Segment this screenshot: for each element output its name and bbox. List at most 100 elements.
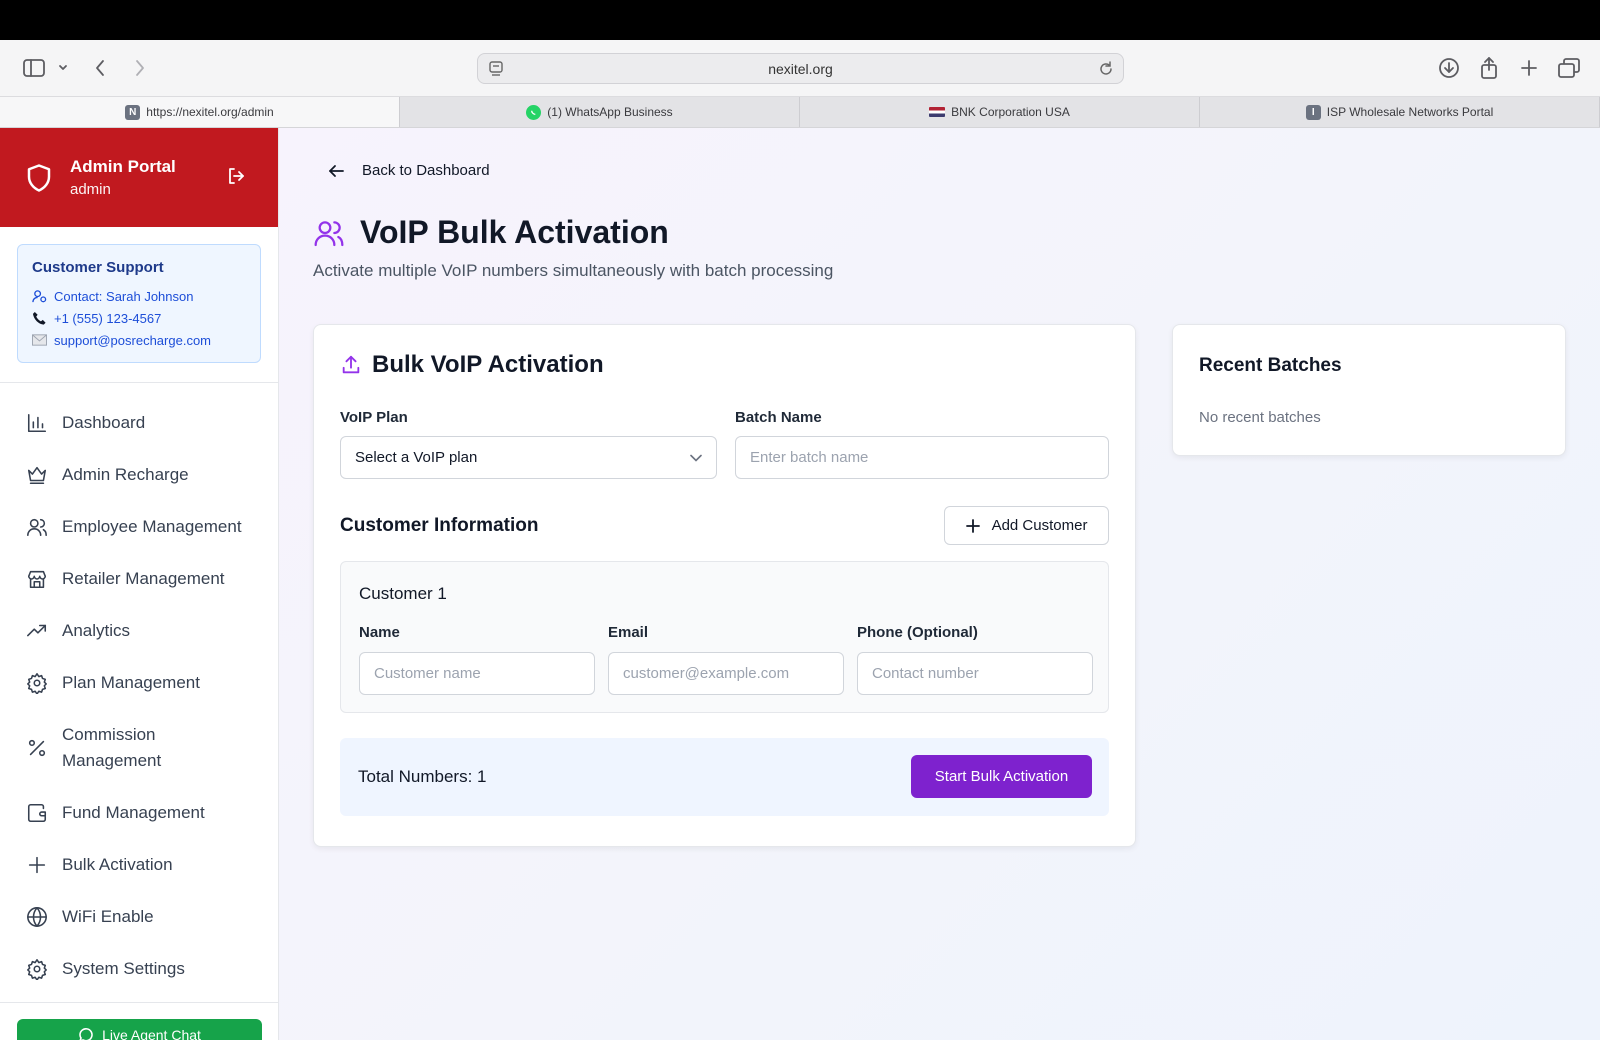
sidebar-nav: Dashboard Admin Recharge Employee Manage…: [0, 383, 278, 995]
tab-overview-icon[interactable]: [1556, 54, 1582, 82]
sidebar-item-employee-management[interactable]: Employee Management: [0, 501, 278, 553]
plus-icon: [965, 518, 980, 533]
tab-bnk[interactable]: BNK Corporation USA: [800, 97, 1200, 127]
card-heading-text: Bulk VoIP Activation: [372, 351, 604, 378]
percent-icon: [28, 739, 46, 757]
system-top-bar: [0, 0, 1600, 40]
customer-entry-title: Customer 1: [359, 584, 447, 603]
sidebar-item-bulk-activation[interactable]: Bulk Activation: [0, 839, 278, 891]
sidebar-item-admin-recharge[interactable]: Admin Recharge: [0, 449, 278, 501]
live-agent-chat-button[interactable]: Live Agent Chat: [17, 1019, 262, 1040]
sidebar-item-fund-management[interactable]: Fund Management: [0, 787, 278, 839]
gear-icon: [27, 673, 47, 694]
live-chat-label: Live Agent Chat: [102, 1027, 201, 1040]
customer-info-title: Customer Information: [340, 515, 539, 536]
sidebar-item-dashboard[interactable]: Dashboard: [0, 397, 278, 449]
sidebar-item-label: Analytics: [62, 621, 131, 640]
sidebar-item-label: Retailer Management: [62, 569, 225, 588]
sidebar-item-label: Bulk Activation: [62, 855, 173, 874]
sidebar-item-label: Plan Management: [62, 673, 200, 692]
sidebar-item-label: Commission Management: [62, 725, 162, 770]
isp-favicon-icon: I: [1305, 104, 1321, 120]
batch-name-input[interactable]: [735, 436, 1109, 479]
tab-admin[interactable]: N https://nexitel.org/admin: [0, 97, 400, 127]
downloads-icon[interactable]: [1436, 54, 1462, 82]
tab-isp[interactable]: I ISP Wholesale Networks Portal: [1200, 97, 1600, 127]
nexitel-favicon-icon: N: [125, 104, 141, 120]
share-icon[interactable]: [1476, 54, 1502, 82]
back-to-dashboard-link[interactable]: Back to Dashboard: [328, 162, 490, 179]
contact-icon: [32, 289, 47, 302]
support-title: Customer Support: [32, 259, 164, 276]
address-bar[interactable]: nexitel.org: [477, 53, 1124, 84]
add-customer-button[interactable]: Add Customer: [944, 506, 1109, 545]
support-contact: Contact: Sarah Johnson: [32, 285, 246, 307]
whatsapp-icon: [526, 104, 542, 120]
support-email[interactable]: support@posrecharge.com: [32, 329, 246, 351]
back-label: Back to Dashboard: [362, 162, 490, 179]
support-phone-text: +1 (555) 123-4567: [54, 310, 162, 326]
start-bulk-activation-button[interactable]: Start Bulk Activation: [911, 755, 1092, 798]
voip-plan-label: VoIP Plan: [340, 409, 408, 426]
reload-icon[interactable]: [1097, 60, 1115, 81]
crown-icon: [27, 466, 47, 485]
phone-icon: [32, 311, 46, 325]
page-title: VoIP Bulk Activation: [312, 214, 669, 251]
sidebar-item-label: Fund Management: [62, 803, 205, 822]
sidebar-toggle-icon[interactable]: [22, 54, 46, 82]
support-phone[interactable]: +1 (555) 123-4567: [32, 307, 246, 329]
plus-icon: [28, 856, 46, 874]
mail-icon: [32, 334, 47, 346]
tab-label: https://nexitel.org/admin: [146, 105, 274, 119]
support-contact-text: Contact: Sarah Johnson: [54, 288, 194, 304]
tab-label: (1) WhatsApp Business: [547, 105, 673, 119]
sidebar-item-analytics[interactable]: Analytics: [0, 605, 278, 657]
new-tab-icon[interactable]: [1516, 54, 1542, 82]
sidebar-item-label: Dashboard: [62, 413, 146, 432]
sidebar-item-plan-management[interactable]: Plan Management: [0, 657, 278, 709]
tab-whatsapp[interactable]: (1) WhatsApp Business: [400, 97, 800, 127]
sidebar-item-label: Admin Recharge: [62, 465, 189, 484]
sidebar-item-commission-management[interactable]: Commission Management: [0, 709, 278, 787]
sidebar-item-label: WiFi Enable: [62, 907, 154, 926]
flag-icon: [929, 107, 946, 117]
total-summary-bar: Total Numbers: 1 Start Bulk Activation: [340, 738, 1109, 816]
card-heading: Bulk VoIP Activation: [340, 351, 604, 379]
browser-toolbar: nexitel.org: [0, 40, 1600, 97]
customer-name-input[interactable]: [359, 652, 595, 695]
support-email-text: support@posrecharge.com: [54, 332, 211, 348]
total-numbers: Total Numbers: 1: [358, 767, 487, 786]
sidebar-item-system-settings[interactable]: System Settings: [0, 943, 278, 995]
customer-email-label: Email: [608, 624, 649, 641]
customer-phone-input[interactable]: [857, 652, 1093, 695]
back-nav-icon[interactable]: [88, 54, 112, 82]
user-role: admin: [70, 181, 111, 198]
sidebar-item-label: Employee Management: [62, 517, 242, 536]
forward-nav-icon[interactable]: [128, 54, 152, 82]
sidebar-item-retailer-management[interactable]: Retailer Management: [0, 553, 278, 605]
trending-up-icon: [27, 624, 47, 637]
customer-support-card: Customer Support Contact: Sarah Johnson …: [17, 244, 261, 363]
logout-icon[interactable]: [226, 166, 246, 191]
recent-batches-empty: No recent batches: [1199, 409, 1321, 426]
customer-email-input[interactable]: [608, 652, 844, 695]
portal-title: Admin Portal: [70, 157, 176, 176]
sidebar-item-label: System Settings: [62, 959, 185, 978]
upload-icon: [342, 355, 360, 374]
customer-phone-label: Phone (Optional): [857, 624, 978, 641]
store-icon: [27, 570, 47, 589]
wallet-icon: [27, 803, 47, 823]
sidebar-header: Admin Portal admin: [0, 128, 278, 227]
users-icon: [314, 220, 344, 246]
bar-chart-icon: [27, 413, 47, 433]
chevron-down-icon[interactable]: [56, 54, 70, 82]
voip-plan-value: Select a VoIP plan: [355, 449, 478, 466]
customer-entry: Customer 1 Name Email Phone (Optional): [340, 561, 1109, 713]
recent-batches-card: Recent Batches No recent batches: [1172, 324, 1566, 456]
page-settings-icon[interactable]: [487, 60, 505, 81]
chevron-down-icon: [690, 454, 702, 462]
recent-batches-title: Recent Batches: [1199, 355, 1342, 376]
sidebar-item-wifi-enable[interactable]: WiFi Enable: [0, 891, 278, 943]
users-icon: [27, 518, 47, 537]
voip-plan-select[interactable]: Select a VoIP plan: [340, 436, 717, 479]
